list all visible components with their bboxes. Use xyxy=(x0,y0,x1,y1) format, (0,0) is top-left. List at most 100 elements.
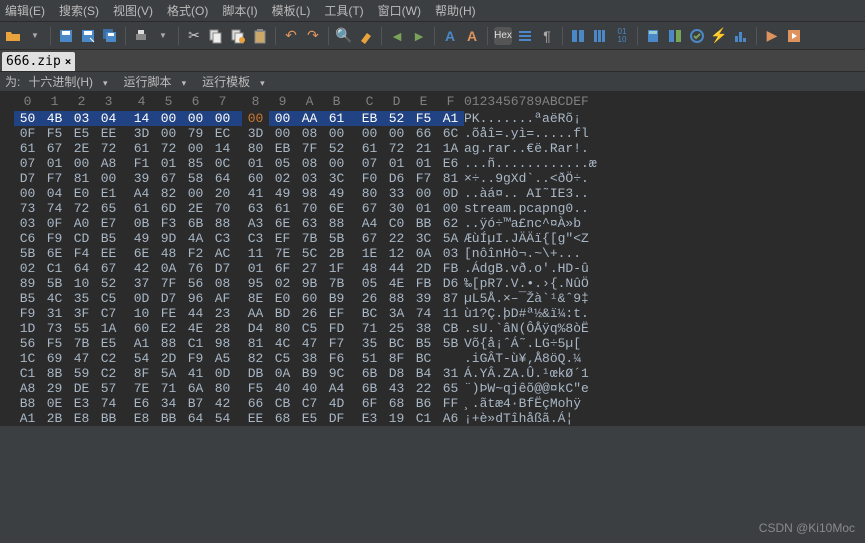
save-all-icon[interactable] xyxy=(101,27,119,45)
hex-byte[interactable]: D6 xyxy=(437,276,464,291)
hex-byte[interactable]: 05 xyxy=(356,276,383,291)
hex-byte[interactable]: 8F xyxy=(383,351,410,366)
hex-byte[interactable]: 55 xyxy=(68,321,95,336)
hex-byte[interactable]: 00 xyxy=(323,126,350,141)
hex-byte[interactable]: E1 xyxy=(95,186,122,201)
ascii-cell[interactable]: ..àá¤.. AI˜IE3.. xyxy=(464,186,597,201)
hex-byte[interactable]: F7 xyxy=(410,171,437,186)
hex-byte[interactable]: C1 xyxy=(14,366,41,381)
hex-byte[interactable]: E3 xyxy=(356,411,383,426)
menu-view[interactable]: 视图(V) xyxy=(113,2,153,19)
hex-byte[interactable]: 2E xyxy=(68,141,95,156)
hex-byte[interactable]: 41 xyxy=(182,366,209,381)
hex-byte[interactable]: 73 xyxy=(41,321,68,336)
hex-byte[interactable]: EE xyxy=(242,411,269,426)
hex-byte[interactable]: 4C xyxy=(41,291,68,306)
open-dropdown-icon[interactable]: ▼ xyxy=(26,27,44,45)
menu-tools[interactable]: 工具(T) xyxy=(324,2,363,19)
hex-byte[interactable]: C7 xyxy=(296,396,323,411)
menu-window[interactable]: 窗口(W) xyxy=(378,2,421,19)
columns2-icon[interactable] xyxy=(591,27,609,45)
hex-byte[interactable]: 52 xyxy=(323,141,350,156)
hex-byte[interactable]: E7 xyxy=(95,216,122,231)
redo-icon[interactable]: ↷ xyxy=(304,27,322,45)
hex-byte[interactable]: 61 xyxy=(128,141,155,156)
hex-byte[interactable]: 74 xyxy=(41,201,68,216)
hex-byte[interactable]: 9D xyxy=(155,231,182,246)
hex-byte[interactable]: 19 xyxy=(383,411,410,426)
hex-byte[interactable]: CB xyxy=(269,396,296,411)
hex-byte[interactable]: 2D xyxy=(155,351,182,366)
hex-row[interactable]: 02C16467420A76D7016F271F48442DFB.ÁdgB.vð… xyxy=(0,261,597,276)
hex-byte[interactable]: E3 xyxy=(68,396,95,411)
hex-byte[interactable]: 11 xyxy=(437,306,464,321)
hex-byte[interactable]: E2 xyxy=(155,321,182,336)
hex-row[interactable]: 1D73551A60E24E28D480C5FD712538CB.sU.`âN(… xyxy=(0,321,597,336)
hex-byte[interactable]: F9 xyxy=(182,351,209,366)
hex-byte[interactable]: 00 xyxy=(323,156,350,171)
hex-byte[interactable]: 49 xyxy=(128,231,155,246)
ascii-cell[interactable]: ù1?Ç.þD#ª½&ï¼:t. xyxy=(464,306,597,321)
next-icon[interactable]: ► xyxy=(410,27,428,45)
hex-byte[interactable]: 7F xyxy=(296,141,323,156)
hex-byte[interactable]: 65 xyxy=(95,201,122,216)
hex-row[interactable]: 030FA0E70BF36B88A36E6388A4C0BB62..ÿó÷™a£… xyxy=(0,216,597,231)
hex-byte[interactable]: 6E xyxy=(323,201,350,216)
hex-byte[interactable]: 80 xyxy=(242,141,269,156)
hex-byte[interactable]: 27 xyxy=(296,261,323,276)
hex-byte[interactable]: 2E xyxy=(182,201,209,216)
hex-byte[interactable]: A3 xyxy=(242,216,269,231)
hex-byte[interactable]: 0B xyxy=(128,216,155,231)
hex-byte[interactable]: 48 xyxy=(155,246,182,261)
hex-byte[interactable]: 00 xyxy=(155,126,182,141)
hex-byte[interactable]: 0D xyxy=(128,291,155,306)
hex-byte[interactable]: AF xyxy=(209,291,236,306)
ascii-cell[interactable]: ¸.ãtæ4·BfËçMohÿ xyxy=(464,396,597,411)
hex-byte[interactable]: F3 xyxy=(155,216,182,231)
hex-byte[interactable]: D8 xyxy=(383,366,410,381)
hex-byte[interactable]: 5B xyxy=(41,276,68,291)
hex-byte[interactable]: 58 xyxy=(182,171,209,186)
hex-byte[interactable]: 67 xyxy=(155,171,182,186)
hex-byte[interactable]: 01 xyxy=(155,156,182,171)
hex-byte[interactable]: 00 xyxy=(182,186,209,201)
hex-byte[interactable]: D7 xyxy=(14,171,41,186)
ascii-cell[interactable]: ÆùÍµI.JÄÄï{[g"<Z xyxy=(464,231,597,246)
hex-byte[interactable]: 8B xyxy=(41,366,68,381)
hex-byte[interactable]: 1A xyxy=(437,141,464,156)
hex-byte[interactable]: 6E xyxy=(269,216,296,231)
compare-icon[interactable] xyxy=(666,27,684,45)
hex-byte[interactable]: 3C xyxy=(410,231,437,246)
hex-row[interactable]: B54C35C50DD796AF8EE060B926883987µL5Å.×–¯… xyxy=(0,291,597,306)
hex-byte[interactable]: 44 xyxy=(182,306,209,321)
hex-byte[interactable]: 6B xyxy=(356,366,383,381)
hex-byte[interactable]: 52 xyxy=(95,276,122,291)
hex-editor[interactable]: 0123456789ABCDEF0123456789ABCDEF504B0304… xyxy=(0,92,865,426)
hex-byte[interactable]: 9C xyxy=(323,366,350,381)
hex-byte[interactable]: C2 xyxy=(95,366,122,381)
hex-row[interactable]: B80EE374E634B74266CBC74D6F68B6FF¸.ãtæ4·B… xyxy=(0,396,597,411)
hex-byte[interactable]: 64 xyxy=(182,411,209,426)
hex-byte[interactable]: 88 xyxy=(383,291,410,306)
hex-byte[interactable]: 1D xyxy=(14,321,41,336)
hex-byte[interactable]: 03 xyxy=(437,246,464,261)
hex-byte[interactable]: D7 xyxy=(209,261,236,276)
hex-byte[interactable]: 28 xyxy=(209,321,236,336)
hex-byte[interactable]: 6F xyxy=(269,261,296,276)
hex-byte[interactable]: D4 xyxy=(242,321,269,336)
paste-icon[interactable] xyxy=(251,27,269,45)
hex-byte[interactable]: 01 xyxy=(41,156,68,171)
hex-byte[interactable]: 49 xyxy=(323,186,350,201)
hex-byte[interactable]: 88 xyxy=(323,216,350,231)
hex-byte[interactable]: 57 xyxy=(95,381,122,396)
save-icon[interactable] xyxy=(57,27,75,45)
hex-byte[interactable]: DB xyxy=(242,366,269,381)
hex-byte[interactable]: 4E xyxy=(383,276,410,291)
hex-byte[interactable]: 61 xyxy=(323,111,350,126)
hex-byte[interactable]: 61 xyxy=(269,201,296,216)
hex-byte[interactable]: F4 xyxy=(68,246,95,261)
hex-byte[interactable]: BB xyxy=(155,411,182,426)
hex-byte[interactable]: EB xyxy=(269,141,296,156)
hex-byte[interactable]: 00 xyxy=(383,126,410,141)
hex-byte[interactable]: 6A xyxy=(182,381,209,396)
